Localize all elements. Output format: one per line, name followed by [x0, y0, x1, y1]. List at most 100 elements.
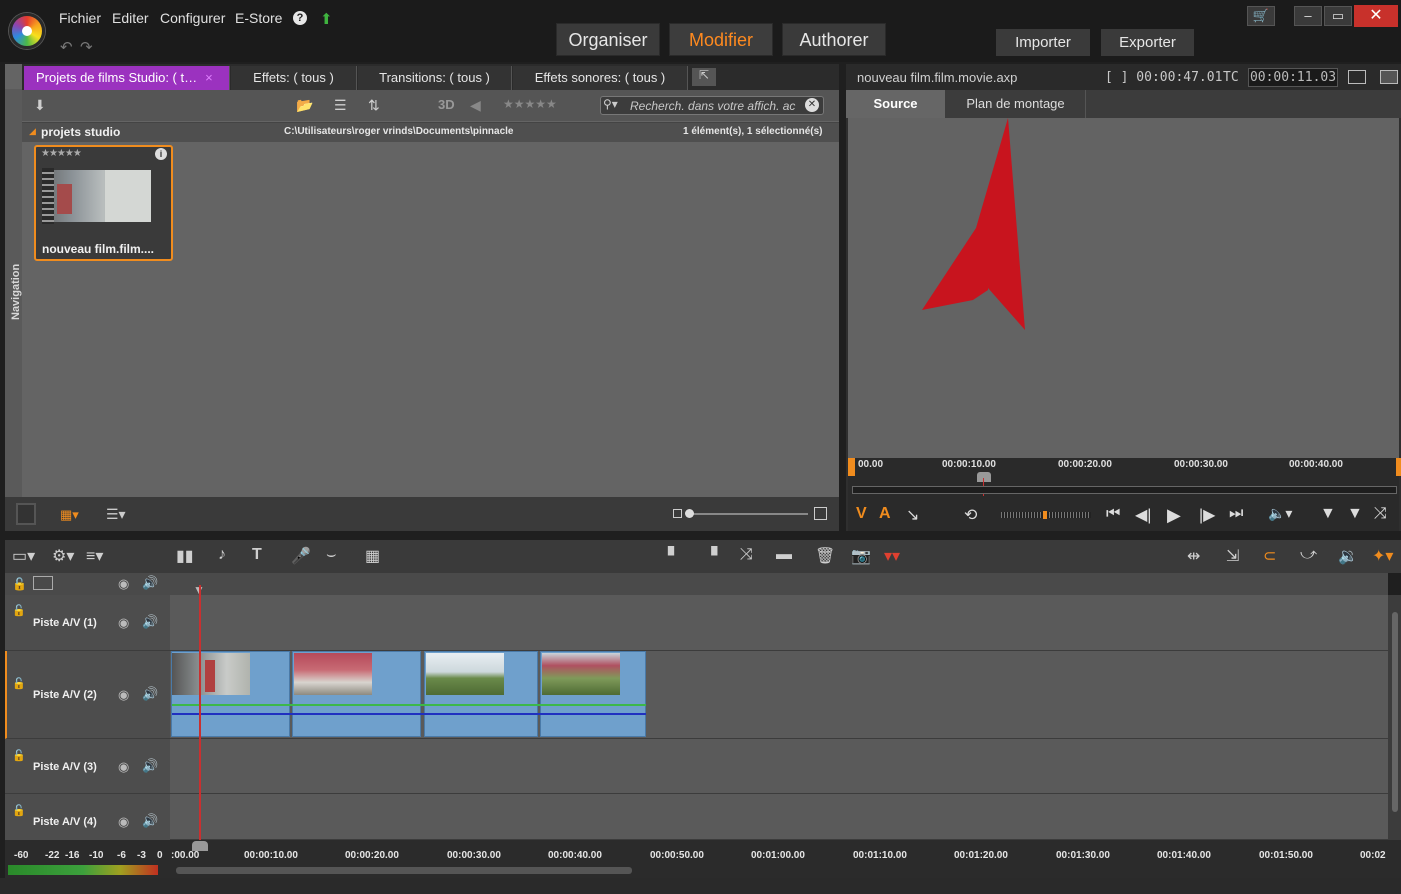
- track-name[interactable]: Piste A/V (3): [33, 761, 97, 773]
- tab-plan-de-montage[interactable]: Plan de montage: [946, 90, 1086, 118]
- eye-icon[interactable]: ◉: [118, 615, 129, 631]
- cart-icon[interactable]: 🛒: [1247, 6, 1275, 26]
- update-arrow-icon[interactable]: ⬆: [320, 10, 333, 28]
- eye-icon[interactable]: ◉: [118, 687, 129, 703]
- dual-view-icon[interactable]: [1380, 70, 1398, 84]
- audio-toggle[interactable]: A: [879, 505, 891, 523]
- transition-icon[interactable]: ⌣: [326, 546, 337, 564]
- eye-icon[interactable]: ◉: [118, 814, 129, 830]
- snap-magnet-icon[interactable]: ⊂: [1263, 546, 1276, 566]
- audio-volume-line[interactable]: [172, 704, 646, 706]
- save-to-library-icon[interactable]: ⬇: [34, 97, 46, 114]
- rating-filter-icon[interactable]: ★★★★★: [503, 97, 557, 111]
- timeline-horizontal-scrollbar[interactable]: [176, 867, 632, 874]
- lock-icon[interactable]: 🔓: [12, 577, 27, 591]
- step-forward-icon[interactable]: |▶: [1199, 505, 1215, 525]
- storyboard-icon[interactable]: [33, 576, 53, 590]
- navigation-strip[interactable]: Navigation: [5, 89, 22, 497]
- video-toggle[interactable]: V: [856, 505, 867, 523]
- minimize-icon[interactable]: –: [1294, 6, 1322, 26]
- exporter-button[interactable]: Exporter: [1101, 29, 1194, 56]
- speaker-icon[interactable]: 🔊: [142, 575, 158, 591]
- out-marker[interactable]: [1396, 458, 1401, 476]
- split-icon[interactable]: ⤨: [740, 546, 753, 564]
- eye-icon[interactable]: ◉: [118, 576, 129, 592]
- marker-right-icon[interactable]: ▝: [705, 546, 717, 566]
- track-lock-icon[interactable]: 🔓: [12, 804, 26, 817]
- montage-icon[interactable]: ▦: [365, 546, 380, 566]
- ripple-icon[interactable]: ⤻: [1300, 546, 1317, 564]
- mark-out-icon[interactable]: ▼: [1347, 505, 1363, 523]
- speaker-icon[interactable]: 🔊: [142, 758, 158, 774]
- track-lock-icon[interactable]: 🔓: [12, 677, 26, 690]
- 3d-filter-button[interactable]: 3D: [438, 97, 455, 112]
- tab-projets[interactable]: Projets de films Studio: ( t… ×: [24, 66, 230, 90]
- help-icon[interactable]: ?: [293, 11, 307, 25]
- tag-icon[interactable]: ◀: [470, 97, 481, 114]
- menu-editer[interactable]: Editer: [112, 10, 149, 26]
- collapse-icon[interactable]: ◢: [29, 126, 36, 137]
- track-options-icon[interactable]: ≡▾: [86, 546, 103, 566]
- timecode-field[interactable]: 00:00:11.03: [1248, 68, 1338, 87]
- track-name[interactable]: Piste A/V (1): [33, 617, 97, 629]
- clear-marks-icon[interactable]: ⤨: [1374, 505, 1387, 523]
- track-lock-icon[interactable]: 🔓: [12, 604, 26, 617]
- mark-in-icon[interactable]: ▼: [1320, 505, 1336, 523]
- shuttle-handle[interactable]: [1043, 511, 1047, 519]
- redo-icon[interactable]: ↷: [80, 38, 93, 56]
- in-marker[interactable]: [848, 458, 855, 476]
- list-view-icon[interactable]: ☰: [334, 97, 347, 114]
- track-name[interactable]: Piste A/V (2): [33, 689, 97, 701]
- speaker-icon[interactable]: 🔊: [142, 813, 158, 829]
- volume-icon[interactable]: 🔈▾: [1268, 505, 1292, 522]
- undo-icon[interactable]: ↶: [60, 38, 73, 56]
- mode-modifier[interactable]: Modifier: [669, 23, 773, 56]
- tab-close-icon[interactable]: ×: [205, 70, 213, 85]
- magnet-trim-icon[interactable]: ⇹: [1187, 546, 1200, 566]
- razor-icon[interactable]: ▬: [776, 546, 792, 564]
- zoom-slider[interactable]: [687, 513, 808, 515]
- timeline-playhead[interactable]: [199, 585, 201, 847]
- speaker-icon[interactable]: 🔊: [142, 614, 158, 630]
- eye-icon[interactable]: ◉: [118, 759, 129, 775]
- app-logo[interactable]: [9, 13, 45, 49]
- folder-icon[interactable]: 📂: [296, 97, 313, 114]
- tab-source[interactable]: Source: [846, 90, 945, 118]
- fullscreen-icon[interactable]: [1348, 70, 1366, 84]
- play-icon[interactable]: ▶: [1167, 505, 1181, 526]
- trash-icon[interactable]: 🗑: [815, 546, 835, 566]
- audio-mixer-icon[interactable]: ▮▮: [176, 546, 194, 566]
- menu-fichier[interactable]: Fichier: [59, 10, 101, 26]
- tab-effets[interactable]: Effets: ( tous ): [231, 66, 357, 90]
- loop-icon[interactable]: ⟲: [964, 505, 977, 525]
- importer-button[interactable]: Importer: [996, 29, 1090, 56]
- menu-estore[interactable]: E-Store: [235, 10, 282, 26]
- maximize-icon[interactable]: ▭: [1324, 6, 1352, 26]
- tab-transitions[interactable]: Transitions: ( tous ): [358, 66, 512, 90]
- mode-organiser[interactable]: Organiser: [556, 23, 660, 56]
- player-scrollbar[interactable]: [852, 486, 1397, 494]
- menu-configurer[interactable]: Configurer: [160, 10, 225, 26]
- clear-search-icon[interactable]: ✕: [805, 98, 819, 112]
- marker-icon[interactable]: ▾▾: [884, 546, 900, 566]
- rating-stars[interactable]: ★★★★★: [41, 148, 82, 159]
- step-back-icon[interactable]: ◀|: [1135, 505, 1151, 525]
- timeline-layout-icon[interactable]: ▭▾: [12, 546, 35, 566]
- music-icon[interactable]: ♪: [218, 546, 226, 564]
- magic-wand-icon[interactable]: ✦▾: [1372, 546, 1393, 566]
- tab-effets-sonores[interactable]: Effets sonores: ( tous ): [513, 66, 688, 90]
- sort-icon[interactable]: ⇅: [368, 97, 380, 114]
- track-lock-icon[interactable]: 🔓: [12, 749, 26, 762]
- scrollbar-thumb[interactable]: [1392, 612, 1398, 812]
- track-name[interactable]: Piste A/V (4): [33, 816, 97, 828]
- marker-left-icon[interactable]: ▘: [668, 546, 680, 566]
- grid-view-icon[interactable]: ▦▾: [60, 507, 79, 523]
- title-icon[interactable]: T: [252, 546, 262, 564]
- pin-icon[interactable]: ⇱: [692, 68, 716, 86]
- player-scrubber[interactable]: [977, 472, 991, 482]
- speaker-icon[interactable]: 🔊: [142, 686, 158, 702]
- go-start-icon[interactable]: ⏮: [1106, 505, 1120, 523]
- microphone-icon[interactable]: 🎤: [291, 546, 311, 566]
- scrub-audio-icon[interactable]: 🔉: [1338, 546, 1358, 566]
- go-end-icon[interactable]: ⏭: [1229, 505, 1243, 523]
